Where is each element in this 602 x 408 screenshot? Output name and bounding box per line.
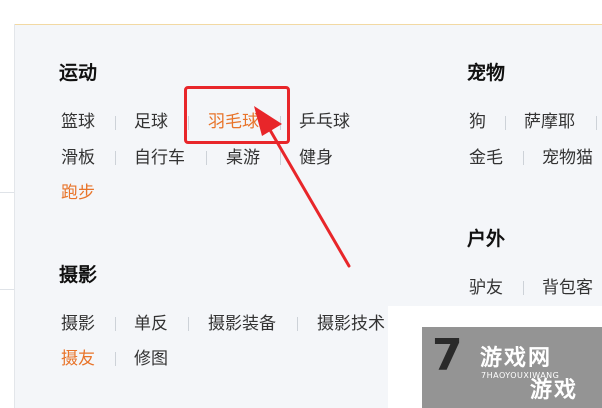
watermark-number: 7: [432, 330, 463, 381]
watermark-line1: 游戏网: [480, 346, 553, 371]
watermark-line2: 游戏: [530, 378, 579, 403]
